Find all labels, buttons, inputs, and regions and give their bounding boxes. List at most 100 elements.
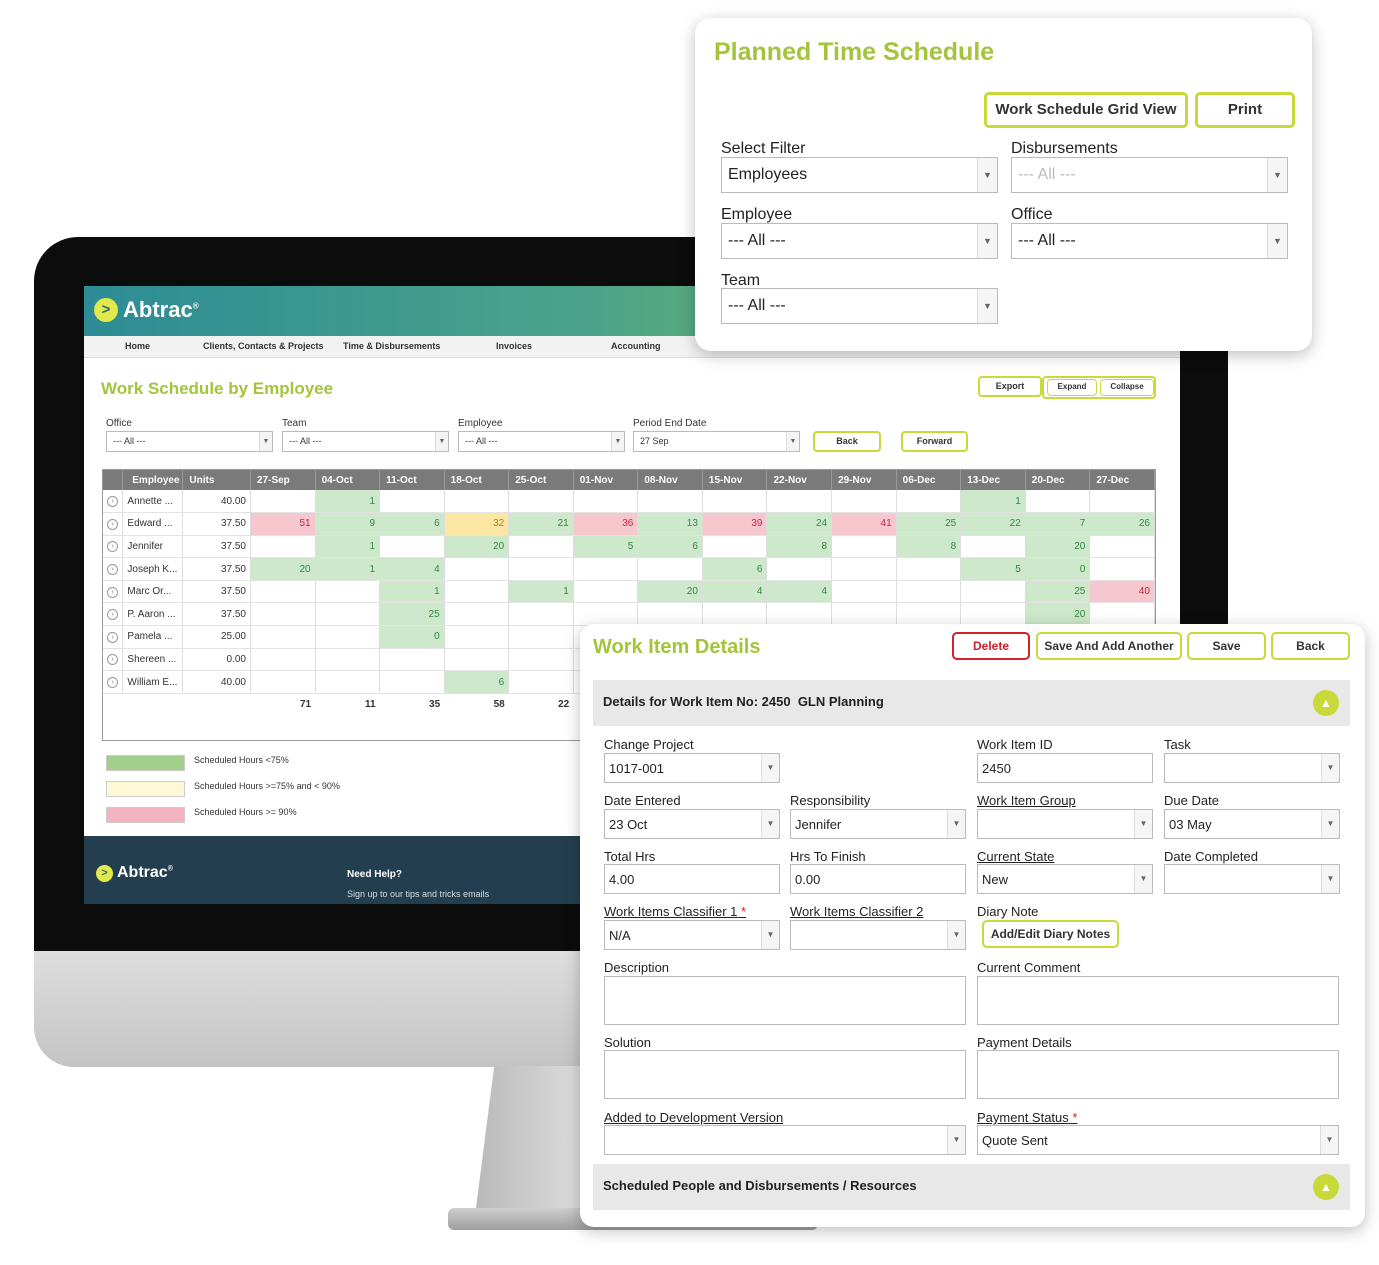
schedule-hours-cell[interactable] <box>508 535 574 559</box>
schedule-hours-cell[interactable] <box>1089 535 1155 559</box>
schedule-hours-cell[interactable]: 1 <box>508 580 574 604</box>
schedule-hours-cell[interactable]: 6 <box>702 557 768 581</box>
expand-row-cell[interactable]: › <box>103 535 124 559</box>
table-row[interactable]: › Jennifer 37.50 1 20 5 6 8 8 20 <box>103 535 1155 559</box>
schedule-hours-cell[interactable] <box>831 602 897 627</box>
schedule-hours-cell[interactable] <box>831 557 897 581</box>
schedule-hours-cell[interactable] <box>1089 490 1155 514</box>
date-entered-select[interactable]: 23 Oct ▼ <box>604 809 780 839</box>
change-project-select[interactable]: 1017-001 ▼ <box>604 753 780 783</box>
work-item-group-select[interactable]: ▼ <box>977 809 1153 839</box>
description-textarea[interactable] <box>604 976 966 1025</box>
schedule-hours-cell[interactable] <box>250 490 316 514</box>
schedule-hours-cell[interactable]: 36 <box>573 512 639 536</box>
date-completed-select[interactable]: ▼ <box>1164 864 1340 894</box>
schedule-hours-cell[interactable] <box>1025 490 1091 514</box>
save-button[interactable]: Save <box>1187 632 1266 660</box>
schedule-hours-cell[interactable] <box>702 602 768 627</box>
schedule-hours-cell[interactable]: 51 <box>250 512 316 536</box>
work-schedule-grid-view-button[interactable]: Work Schedule Grid View <box>984 92 1188 128</box>
schedule-hours-cell[interactable]: 20 <box>1025 602 1091 627</box>
schedule-hours-cell[interactable]: 4 <box>766 580 833 604</box>
schedule-hours-cell[interactable] <box>379 535 445 559</box>
dev-version-select[interactable]: ▼ <box>604 1125 966 1155</box>
payment-status-select[interactable]: Quote Sent ▼ <box>977 1125 1339 1155</box>
schedule-hours-cell[interactable] <box>508 625 574 649</box>
schedule-hours-cell[interactable] <box>831 535 897 559</box>
schedule-hours-cell[interactable]: 1 <box>315 535 381 559</box>
schedule-hours-cell[interactable] <box>702 490 768 514</box>
payment-details-textarea[interactable] <box>977 1050 1339 1099</box>
schedule-hours-cell[interactable] <box>831 490 897 514</box>
expand-row-cell[interactable]: › <box>103 670 124 694</box>
schedule-hours-cell[interactable] <box>896 557 962 581</box>
schedule-hours-cell[interactable]: 6 <box>637 535 703 559</box>
arrow-circle-icon[interactable]: › <box>107 631 119 643</box>
expand-row-cell[interactable]: › <box>103 490 124 514</box>
schedule-hours-cell[interactable]: 7 <box>1025 512 1091 536</box>
schedule-hours-cell[interactable]: 6 <box>379 512 445 536</box>
schedule-hours-cell[interactable]: 4 <box>379 557 445 581</box>
chevron-up-icon[interactable]: ▲ <box>1313 1174 1339 1200</box>
period-end-date-select[interactable]: 27 Sep ▼ <box>633 431 800 452</box>
schedule-hours-cell[interactable] <box>960 580 1026 604</box>
schedule-hours-cell[interactable]: 1 <box>379 580 445 604</box>
schedule-hours-cell[interactable]: 20 <box>1025 535 1091 559</box>
table-row[interactable]: › Marc Or... 37.50 1 1 20 4 4 25 40 <box>103 580 1155 604</box>
table-row[interactable]: › Edward ... 37.50 51 9 6 32 21 36 13 39 24 41 25 22 7 2… <box>103 512 1155 536</box>
schedule-hours-cell[interactable] <box>508 670 574 694</box>
schedule-hours-cell[interactable] <box>250 535 316 559</box>
responsibility-select[interactable]: Jennifer ▼ <box>790 809 966 839</box>
table-row[interactable]: › Annette ... 40.00 1 1 <box>103 490 1155 514</box>
print-button[interactable]: Print <box>1195 92 1295 128</box>
expand-row-cell[interactable]: › <box>103 580 124 604</box>
schedule-hours-cell[interactable]: 1 <box>960 490 1026 514</box>
save-and-add-another-button[interactable]: Save And Add Another <box>1036 632 1182 660</box>
schedule-hours-cell[interactable]: 39 <box>702 512 768 536</box>
schedule-hours-cell[interactable] <box>379 648 445 672</box>
schedule-hours-cell[interactable] <box>896 490 962 514</box>
dev-version-label[interactable]: Added to Development Version <box>604 1110 783 1125</box>
schedule-hours-cell[interactable] <box>896 602 962 627</box>
schedule-hours-cell[interactable] <box>508 602 574 627</box>
scheduled-people-section[interactable]: Scheduled People and Disbursements / Res… <box>593 1164 1350 1210</box>
schedule-hours-cell[interactable]: 32 <box>444 512 510 536</box>
expand-row-cell[interactable]: › <box>103 557 124 581</box>
schedule-hours-cell[interactable] <box>896 580 962 604</box>
schedule-hours-cell[interactable] <box>766 602 833 627</box>
schedule-hours-cell[interactable] <box>573 557 639 581</box>
schedule-hours-cell[interactable]: 21 <box>508 512 574 536</box>
current-comment-textarea[interactable] <box>977 976 1339 1025</box>
classifier2-label[interactable]: Work Items Classifier 2 <box>790 904 923 919</box>
back-button[interactable]: Back <box>813 431 881 452</box>
solution-textarea[interactable] <box>604 1050 966 1099</box>
schedule-hours-cell[interactable] <box>1089 602 1155 627</box>
schedule-hours-cell[interactable] <box>250 670 316 694</box>
schedule-hours-cell[interactable] <box>250 580 316 604</box>
payment-status-label[interactable]: Payment Status * <box>977 1110 1077 1125</box>
team-filter-select[interactable]: --- All --- ▼ <box>282 431 449 452</box>
schedule-hours-cell[interactable] <box>637 557 703 581</box>
schedule-hours-cell[interactable] <box>1089 557 1155 581</box>
schedule-hours-cell[interactable] <box>379 490 445 514</box>
schedule-hours-cell[interactable]: 20 <box>250 557 316 581</box>
arrow-circle-icon[interactable]: › <box>107 677 119 689</box>
add-edit-diary-notes-button[interactable]: Add/Edit Diary Notes <box>982 920 1119 948</box>
schedule-hours-cell[interactable] <box>444 602 510 627</box>
schedule-hours-cell[interactable]: 22 <box>960 512 1026 536</box>
team-dropdown[interactable]: --- All --- ▼ <box>721 288 998 324</box>
classifier2-select[interactable]: ▼ <box>790 920 966 950</box>
schedule-hours-cell[interactable]: 8 <box>896 535 962 559</box>
schedule-hours-cell[interactable]: 25 <box>1025 580 1091 604</box>
table-row[interactable]: › P. Aaron ... 37.50 25 20 <box>103 602 1155 627</box>
classifier1-label[interactable]: Work Items Classifier 1 * <box>604 904 746 919</box>
schedule-hours-cell[interactable] <box>508 648 574 672</box>
schedule-hours-cell[interactable] <box>508 557 574 581</box>
disbursements-dropdown[interactable]: --- All --- ▼ <box>1011 157 1288 193</box>
schedule-hours-cell[interactable] <box>444 490 510 514</box>
brand-name[interactable]: Abtrac® <box>123 297 199 323</box>
schedule-hours-cell[interactable]: 9 <box>315 512 381 536</box>
schedule-hours-cell[interactable]: 1 <box>315 557 381 581</box>
nav-home[interactable]: Home <box>125 341 150 351</box>
schedule-hours-cell[interactable] <box>766 557 833 581</box>
